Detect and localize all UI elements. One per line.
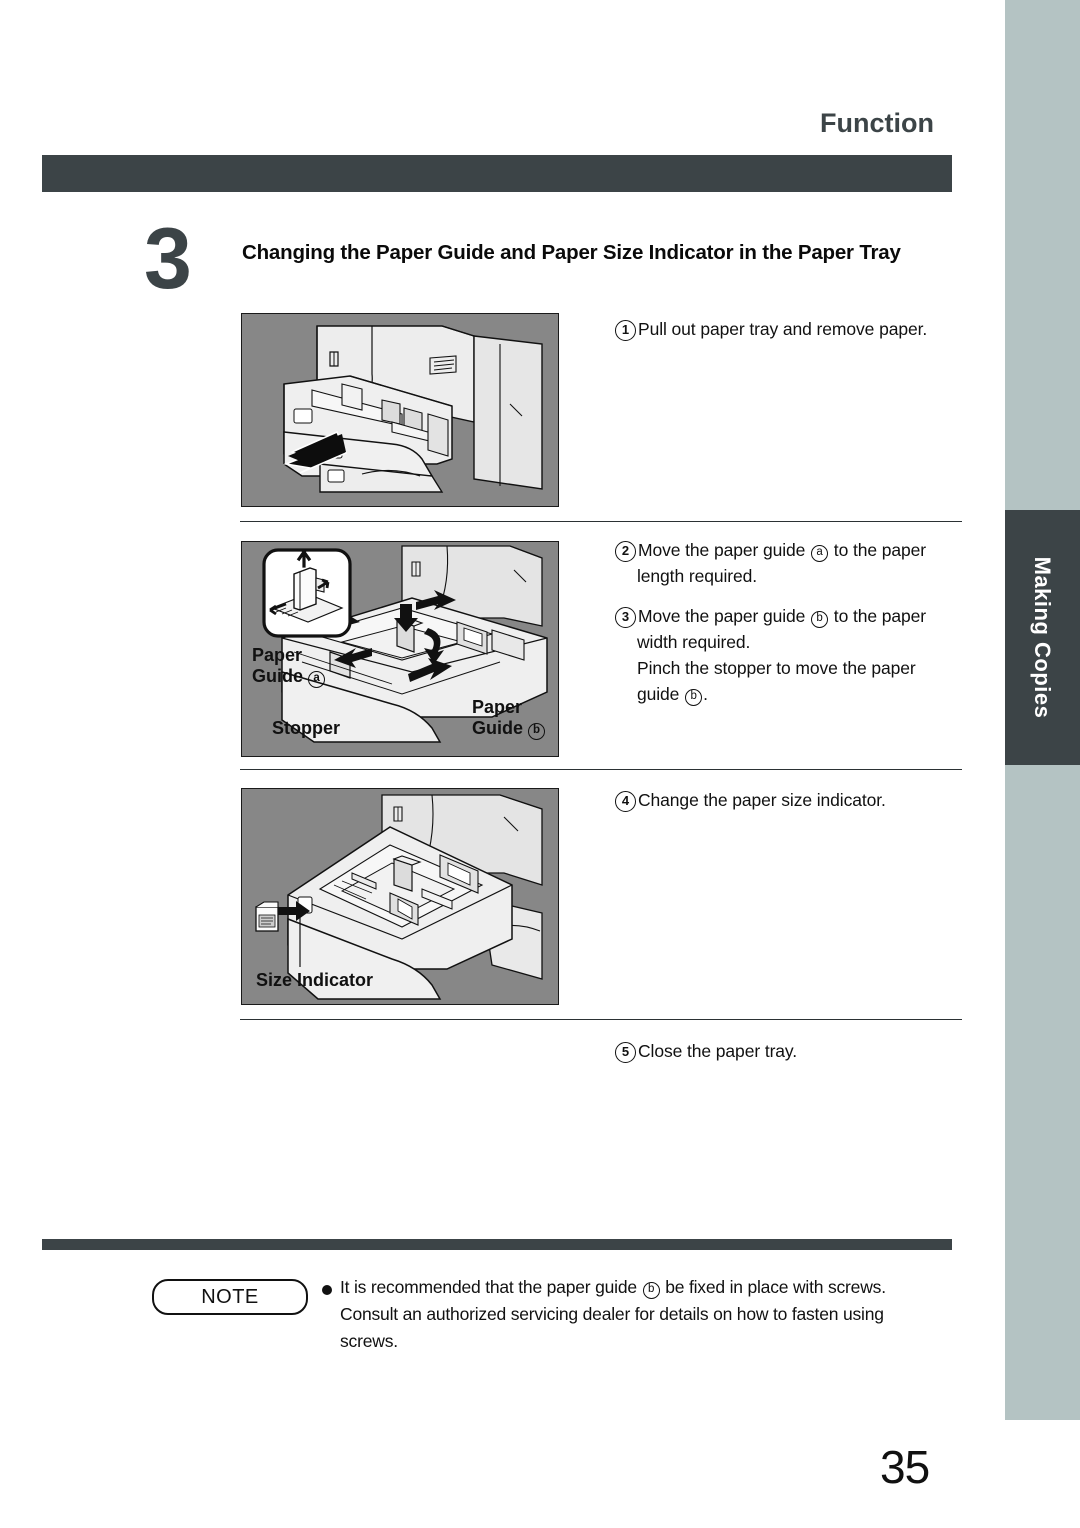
figure-label-paper-guide-a: Paper Guide a xyxy=(252,645,326,688)
step-3-line-3: Pinch the stopper to move the paper xyxy=(637,658,916,678)
step-1-number-icon: 1 xyxy=(615,320,636,341)
step-2-text-b: to the paper xyxy=(829,540,927,560)
step-3-text-c: guide xyxy=(637,684,685,704)
marker-b-icon: b xyxy=(685,689,703,706)
step-1-text: Pull out paper tray and remove paper. xyxy=(638,319,928,339)
note-bullet-icon xyxy=(322,1285,332,1295)
note-line-1: It is recommended that the paper guide b… xyxy=(340,1274,960,1301)
step-5-line-1: 5 Close the paper tray. xyxy=(615,1038,797,1064)
figure-label-paper-guide-b: Paper Guide b xyxy=(472,697,546,740)
step-2-line-2: length required. xyxy=(637,566,758,586)
footer-rule-bar xyxy=(42,1239,952,1250)
step-4: 4 Change the paper size indicator. xyxy=(615,787,886,813)
note-line-2: Consult an authorized servicing dealer f… xyxy=(340,1304,884,1324)
label-line-1: Paper xyxy=(252,645,303,665)
note-text-b: be fixed in place with screws. xyxy=(660,1277,886,1297)
step-2: 2 Move the paper guide a to the paper len… xyxy=(615,537,926,589)
divider-2 xyxy=(240,769,962,770)
page-number: 35 xyxy=(880,1441,930,1493)
note-line-3: screws. xyxy=(340,1331,398,1351)
figure-label-stopper: Stopper xyxy=(272,718,341,738)
chapter-tab-label: Making Copies xyxy=(1030,556,1056,719)
step-2-line-1: 2 Move the paper guide a to the paper xyxy=(615,537,926,563)
step-3-line-4: guide b. xyxy=(615,681,926,707)
step-2-text-a: Move the paper guide xyxy=(638,540,811,560)
divider-1 xyxy=(240,521,962,522)
marker-b-icon: b xyxy=(642,1282,660,1299)
header-rule-bar xyxy=(42,155,952,192)
step-3-text-d: . xyxy=(703,684,708,704)
marker-b-icon: b xyxy=(811,611,829,628)
divider-3 xyxy=(240,1019,962,1020)
step-3: 3 Move the paper guide b to the paper wid… xyxy=(615,603,926,707)
step-5-number-icon: 5 xyxy=(615,1042,636,1063)
step-3-text-b: to the paper xyxy=(829,606,927,626)
figure-pull-out-tray xyxy=(241,313,559,507)
step-5-text: Close the paper tray. xyxy=(638,1041,798,1061)
step-2-number-icon: 2 xyxy=(615,541,636,562)
section-number: 3 xyxy=(144,211,192,307)
marker-b-icon: b xyxy=(528,723,546,740)
marker-a-icon: a xyxy=(308,671,326,688)
page-header-title: Function xyxy=(820,108,934,138)
step-4-number-icon: 4 xyxy=(615,791,636,812)
figure-label-size-indicator: Size Indicator xyxy=(256,970,374,990)
step-3-line-1: 3 Move the paper guide b to the paper xyxy=(615,603,926,629)
note-text: It is recommended that the paper guide b… xyxy=(340,1274,960,1355)
step-3-number-icon: 3 xyxy=(615,607,636,628)
step-1: 1 Pull out paper tray and remove paper. xyxy=(615,316,927,342)
label-line-2: Guide xyxy=(252,666,304,686)
step-3-line-2: width required. xyxy=(637,632,751,652)
step-3-text-a: Move the paper guide xyxy=(638,606,811,626)
label-line-2: Guide xyxy=(472,718,524,738)
section-title: Changing the Paper Guide and Paper Size … xyxy=(242,241,901,264)
label-line-1: Paper xyxy=(472,697,523,717)
step-5: 5 Close the paper tray. xyxy=(615,1038,797,1064)
step-1-line-1: 1 Pull out paper tray and remove paper. xyxy=(615,316,927,342)
note-text-a: It is recommended that the paper guide xyxy=(340,1277,642,1297)
step-4-line-1: 4 Change the paper size indicator. xyxy=(615,787,886,813)
marker-a-icon: a xyxy=(811,545,829,562)
step-4-text: Change the paper size indicator. xyxy=(638,790,886,810)
note-badge: NOTE xyxy=(152,1279,308,1315)
chapter-tab-making-copies: Making Copies xyxy=(1005,510,1080,765)
